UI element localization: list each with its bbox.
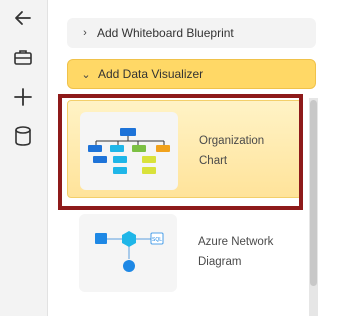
svg-text:SQL: SQL bbox=[152, 237, 162, 243]
section-label: Add Data Visualizer bbox=[98, 67, 204, 81]
card-azure-network-diagram[interactable]: SQL Azure Network Diagram bbox=[67, 214, 302, 312]
section-add-data-visualizer[interactable]: ⌄ Add Data Visualizer bbox=[67, 59, 316, 89]
card-label-line2: Diagram bbox=[198, 256, 242, 268]
briefcase-icon[interactable] bbox=[12, 46, 34, 68]
selection-highlight bbox=[58, 94, 303, 210]
chevron-down-icon: ⌄ bbox=[81, 68, 91, 81]
left-rail bbox=[0, 0, 48, 316]
card-label: Azure Network Diagram bbox=[198, 232, 273, 272]
chevron-right-icon: › bbox=[83, 27, 87, 39]
plus-icon[interactable] bbox=[12, 86, 34, 108]
scrollbar-thumb[interactable] bbox=[310, 100, 317, 286]
card-label-line1: Azure Network bbox=[198, 236, 274, 248]
section-add-whiteboard-blueprint[interactable]: › Add Whiteboard Blueprint bbox=[67, 18, 316, 48]
back-arrow-icon[interactable] bbox=[12, 7, 34, 29]
azure-network-diagram-thumbnail: SQL bbox=[79, 214, 177, 292]
section-label: Add Whiteboard Blueprint bbox=[97, 26, 234, 40]
database-icon[interactable] bbox=[12, 125, 34, 147]
app-root: › Add Whiteboard Blueprint ⌄ Add Data Vi… bbox=[0, 0, 337, 316]
